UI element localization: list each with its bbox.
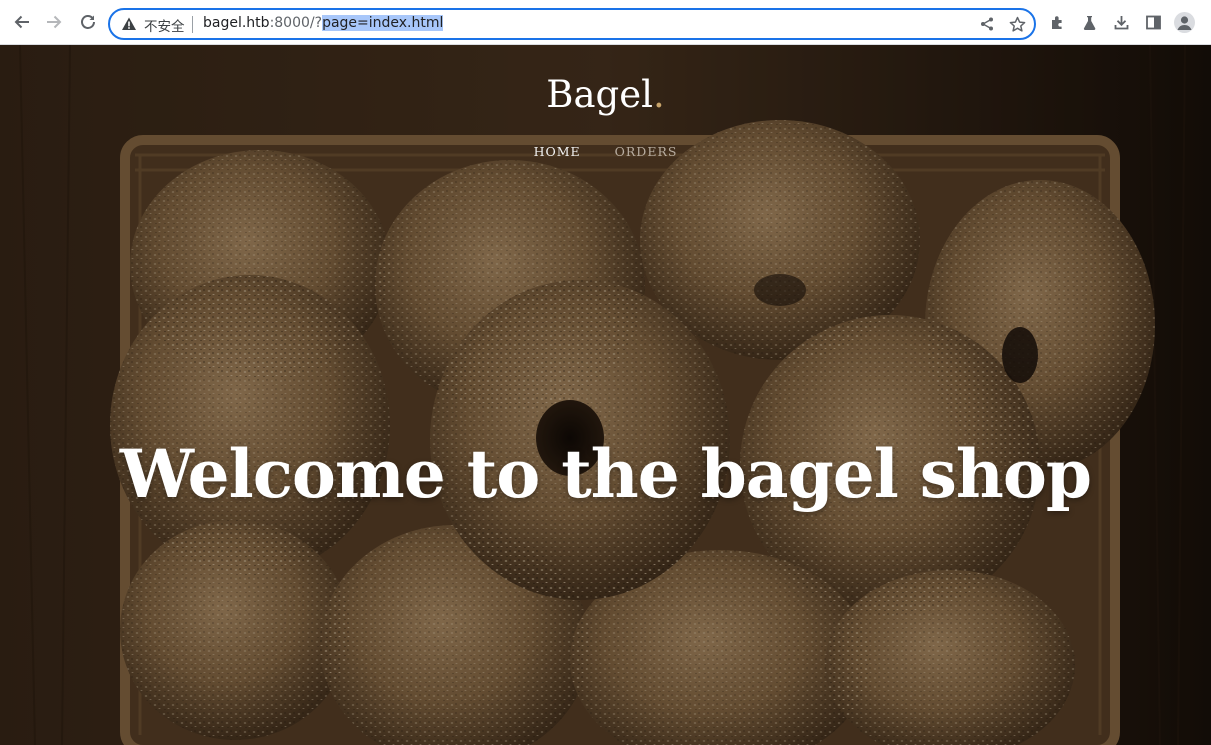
address-bar[interactable]: 不安全 bagel.htb:8000/?page=index.html [108, 8, 1036, 40]
security-status-label[interactable]: 不安全 [144, 15, 185, 35]
site-logo[interactable]: Bagel. [0, 73, 1211, 116]
url-selected-query: page=index.html [322, 15, 444, 31]
site-logo-dot: . [652, 73, 665, 116]
flask-icon[interactable] [1079, 12, 1099, 32]
browser-toolbar: 不安全 bagel.htb:8000/?page=index.html [0, 0, 1211, 45]
hero-headline: Welcome to the bagel shop [119, 435, 1092, 513]
url-host: bagel.htb [203, 15, 270, 31]
back-arrow-icon[interactable] [11, 11, 33, 33]
forward-arrow-icon[interactable] [43, 11, 65, 33]
reload-icon[interactable] [77, 11, 99, 33]
profile-avatar-icon[interactable] [1174, 12, 1195, 33]
nav-link-home[interactable]: HOME [534, 144, 581, 159]
share-icon[interactable] [977, 14, 997, 34]
site-logo-text: Bagel [546, 73, 653, 116]
omnibox-divider [192, 16, 193, 33]
nav-link-orders[interactable]: ORDERS [615, 144, 678, 159]
url-text[interactable]: bagel.htb:8000/?page=index.html [203, 15, 444, 31]
warning-icon[interactable] [121, 16, 137, 32]
url-port-path: :8000/? [269, 15, 323, 31]
puzzle-icon[interactable] [1047, 12, 1067, 32]
download-icon[interactable] [1111, 12, 1131, 32]
site-navigation: HOME ORDERS [0, 144, 1211, 159]
star-icon[interactable] [1007, 14, 1027, 34]
hero-section: Bagel. HOME ORDERS Welcome to the bagel … [0, 45, 1211, 745]
side-panel-icon[interactable] [1143, 12, 1163, 32]
